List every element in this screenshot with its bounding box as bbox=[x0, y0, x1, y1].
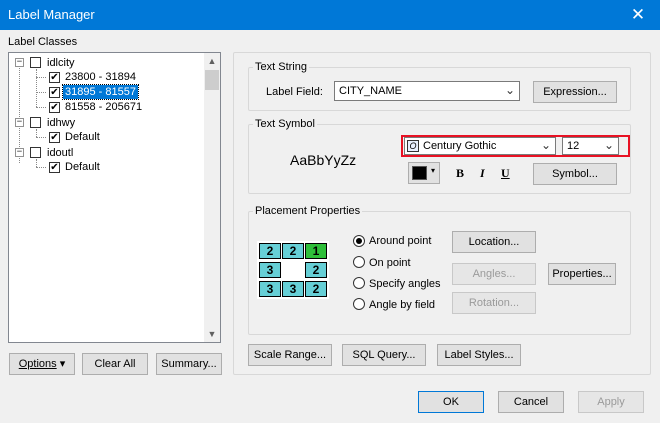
checkbox-idhwy[interactable] bbox=[30, 117, 41, 128]
expression-button[interactable]: Expression... bbox=[533, 81, 617, 103]
around-point-label: Around point bbox=[369, 235, 432, 247]
tree-node-idhwy-default[interactable]: Default bbox=[63, 130, 102, 144]
font-name-value: Century Gothic bbox=[423, 140, 497, 152]
scroll-thumb[interactable] bbox=[205, 70, 219, 90]
grid-cell: 1 bbox=[305, 243, 327, 259]
around-point-radio[interactable] bbox=[353, 235, 365, 247]
underline-button[interactable]: U bbox=[501, 166, 510, 181]
dropdown-arrow-icon: ▾ bbox=[431, 166, 436, 175]
grid-cell: 2 bbox=[305, 262, 327, 278]
label-field-value: CITY_NAME bbox=[339, 85, 402, 97]
specify-angles-radio[interactable] bbox=[353, 277, 365, 289]
grid-cell: 3 bbox=[259, 281, 281, 297]
grid-cell: 3 bbox=[259, 262, 281, 278]
chevron-down-icon: ⌄ bbox=[540, 138, 551, 152]
italic-button[interactable]: I bbox=[480, 166, 485, 181]
angle-by-field-radio[interactable] bbox=[353, 298, 365, 310]
scroll-down-icon[interactable]: ▼ bbox=[204, 326, 220, 342]
options-button[interactable]: Options ▾ bbox=[9, 353, 75, 375]
angles-button[interactable]: Angles... bbox=[452, 263, 536, 285]
rotation-button[interactable]: Rotation... bbox=[452, 292, 536, 314]
grid-cell: 2 bbox=[282, 243, 304, 259]
checkbox-idoutl-default[interactable]: ✔ bbox=[49, 162, 60, 173]
tree-node-idlcity[interactable]: idlcity bbox=[45, 56, 77, 70]
placement-grid: 2 2 1 3 2 3 3 2 bbox=[257, 241, 329, 299]
font-size-value: 12 bbox=[567, 140, 580, 152]
chevron-down-icon: ⌄ bbox=[603, 138, 614, 152]
label-classes-tree[interactable]: − idlcity ✔ 23800 - 31894 ✔ 31895 - 8155… bbox=[8, 52, 221, 343]
checkbox-class-3[interactable]: ✔ bbox=[49, 102, 60, 113]
specify-angles-label: Specify angles bbox=[369, 278, 441, 290]
grid-cell: 2 bbox=[305, 281, 327, 297]
title-bar: Label Manager ✕ bbox=[0, 0, 660, 30]
text-symbol-heading: Text Symbol bbox=[253, 118, 317, 130]
collapse-icon[interactable]: − bbox=[15, 58, 24, 67]
color-swatch bbox=[412, 166, 427, 180]
location-button[interactable]: Location... bbox=[452, 231, 536, 253]
collapse-icon[interactable]: − bbox=[15, 148, 24, 157]
clear-all-button[interactable]: Clear All bbox=[82, 353, 148, 375]
grid-cell-center bbox=[282, 262, 304, 278]
checkbox-class-2[interactable]: ✔ bbox=[49, 87, 60, 98]
tree-node-idhwy[interactable]: idhwy bbox=[45, 116, 77, 130]
ok-button[interactable]: OK bbox=[418, 391, 484, 413]
on-point-radio[interactable] bbox=[353, 256, 365, 268]
font-name-select[interactable]: O Century Gothic ⌄ bbox=[404, 137, 556, 155]
label-field-select[interactable]: CITY_NAME ⌄ bbox=[334, 81, 520, 101]
apply-button[interactable]: Apply bbox=[578, 391, 644, 413]
on-point-label: On point bbox=[369, 257, 411, 269]
scale-range-button[interactable]: Scale Range... bbox=[248, 344, 332, 366]
collapse-icon[interactable]: − bbox=[15, 118, 24, 127]
text-string-heading: Text String bbox=[253, 61, 309, 73]
sql-query-button[interactable]: SQL Query... bbox=[342, 344, 426, 366]
cancel-button[interactable]: Cancel bbox=[498, 391, 564, 413]
label-classes-heading: Label Classes bbox=[8, 36, 78, 48]
checkbox-idlcity[interactable] bbox=[30, 57, 41, 68]
tree-node-idoutl-default[interactable]: Default bbox=[63, 160, 102, 174]
dropdown-arrow-icon: ▾ bbox=[59, 358, 66, 370]
label-field-label: Label Field: bbox=[266, 86, 323, 98]
symbol-button[interactable]: Symbol... bbox=[533, 163, 617, 185]
bold-button[interactable]: B bbox=[456, 166, 464, 181]
properties-button[interactable]: Properties... bbox=[548, 263, 616, 285]
font-preview: AaBbYyZz bbox=[290, 152, 357, 168]
options-label: Options bbox=[18, 358, 57, 370]
tree-node-class-3[interactable]: 81558 - 205671 bbox=[63, 100, 144, 114]
chevron-down-icon: ⌄ bbox=[504, 83, 515, 97]
grid-cell: 2 bbox=[259, 243, 281, 259]
close-icon[interactable]: ✕ bbox=[616, 0, 660, 30]
checkbox-idoutl[interactable] bbox=[30, 147, 41, 158]
checkbox-class-1[interactable]: ✔ bbox=[49, 72, 60, 83]
font-size-select[interactable]: 12 ⌄ bbox=[562, 137, 619, 155]
scroll-up-icon[interactable]: ▲ bbox=[204, 53, 220, 69]
checkbox-idhwy-default[interactable]: ✔ bbox=[49, 132, 60, 143]
label-styles-button[interactable]: Label Styles... bbox=[437, 344, 521, 366]
grid-cell: 3 bbox=[282, 281, 304, 297]
summary-button[interactable]: Summary... bbox=[156, 353, 222, 375]
tree-node-class-2[interactable]: 31895 - 81557 bbox=[62, 84, 139, 100]
window-title: Label Manager bbox=[8, 7, 95, 22]
angle-by-field-label: Angle by field bbox=[369, 299, 436, 311]
font-color-button[interactable]: ▾ bbox=[408, 162, 440, 184]
placement-heading: Placement Properties bbox=[253, 205, 363, 217]
tree-node-idoutl[interactable]: idoutl bbox=[45, 146, 75, 160]
opentype-font-icon: O bbox=[407, 140, 419, 152]
tree-scrollbar[interactable]: ▲ ▼ bbox=[204, 53, 220, 342]
tree-node-class-1[interactable]: 23800 - 31894 bbox=[63, 70, 138, 84]
